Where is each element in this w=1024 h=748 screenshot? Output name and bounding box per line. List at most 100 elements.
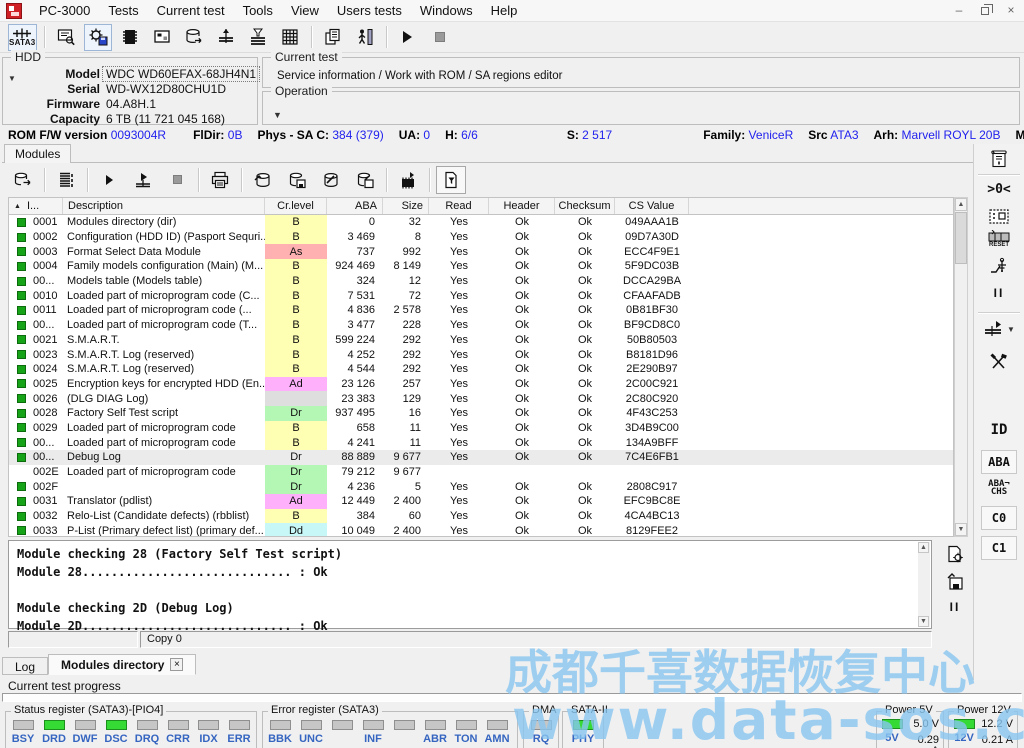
toolbar-separator	[44, 168, 45, 192]
scroll-thumb[interactable]	[955, 212, 967, 264]
read-modules-button[interactable]	[8, 166, 38, 194]
minimize-button[interactable]: –	[952, 3, 966, 17]
column-header-checksum[interactable]: Checksum	[555, 198, 615, 214]
save-edited-button[interactable]	[350, 166, 380, 194]
tab-log[interactable]: Log	[2, 657, 48, 675]
restore-button[interactable]	[978, 3, 992, 17]
open-edited-button[interactable]	[316, 166, 346, 194]
export-report-button[interactable]	[436, 166, 466, 194]
module-row[interactable]: 0025 Encryption keys for encrypted HDD (…	[9, 377, 953, 392]
drive-report-button[interactable]	[52, 24, 80, 51]
script-log-button[interactable]	[974, 148, 1024, 170]
column-header-id[interactable]: ▲I...	[9, 198, 63, 214]
column-header-read[interactable]: Read	[429, 198, 489, 214]
rom-chip-button[interactable]	[116, 24, 144, 51]
open-from-db-button[interactable]	[248, 166, 278, 194]
module-row[interactable]: 0031 Translator (pdlist) Ad 12 449 2 400…	[9, 494, 953, 509]
copy-window-button[interactable]	[319, 24, 347, 51]
module-row[interactable]: 0028 Factory Self Test script Dr 937 495…	[9, 406, 953, 421]
operation-dropdown-icon[interactable]: ▼	[273, 110, 282, 120]
log-export-icon[interactable]	[945, 544, 965, 564]
module-row[interactable]: 0010 Loaded part of microprogram code (C…	[9, 288, 953, 303]
menu-pc3000[interactable]: PC-3000	[30, 1, 99, 20]
dropdown-caret-icon[interactable]: ▼	[1007, 325, 1015, 334]
reset-button[interactable]: RESET	[974, 230, 1024, 248]
module-row[interactable]: 002E Loaded part of microprogram code Dr…	[9, 465, 953, 480]
modules-list-button[interactable]	[51, 166, 81, 194]
c0-button[interactable]: C0	[974, 506, 1024, 530]
heads-map-button[interactable]	[244, 24, 272, 51]
module-row[interactable]: 00... Models table (Models table) B 324 …	[9, 274, 953, 289]
board-resources-button[interactable]	[148, 24, 176, 51]
pcb-button[interactable]	[974, 206, 1024, 226]
table-scrollbar[interactable]: ▲ ▼	[954, 197, 968, 537]
module-row[interactable]: 0032 Relo-List (Candidate defects) (rbbl…	[9, 509, 953, 524]
stop-check-button[interactable]	[162, 166, 192, 194]
write-chip-button[interactable]	[393, 166, 423, 194]
start-check-button[interactable]	[94, 166, 124, 194]
module-row[interactable]: 0004 Family models configuration (Main) …	[9, 259, 953, 274]
module-row[interactable]: 0011 Loaded part of microprogram code (.…	[9, 303, 953, 318]
stop-test-button[interactable]	[426, 24, 454, 51]
log-panel[interactable]: ▲ ▼ Module checking 28 (Factory Self Tes…	[8, 540, 932, 629]
menu-windows[interactable]: Windows	[411, 1, 482, 20]
hdd-select-dropdown-icon[interactable]: ▼	[8, 74, 16, 83]
scroll-up-icon[interactable]: ▲	[955, 198, 967, 211]
exit-utility-button[interactable]	[351, 24, 379, 51]
menu-help[interactable]: Help	[482, 1, 527, 20]
menu-users-tests[interactable]: Users tests	[328, 1, 411, 20]
column-header-description[interactable]: Description	[63, 198, 265, 214]
log-pause-icon[interactable]: II	[950, 600, 961, 614]
power-switch-button[interactable]	[974, 256, 1024, 278]
module-row[interactable]: 0026 (DLG DIAG Log) 23 383 129 Yes Ok Ok…	[9, 391, 953, 406]
scroll-down-icon[interactable]: ▼	[918, 616, 929, 627]
start-selected-button[interactable]	[128, 166, 158, 194]
module-row[interactable]: 0002 Configuration (HDD ID) (Pasport Seq…	[9, 230, 953, 245]
c1-button[interactable]: C1	[974, 536, 1024, 560]
module-row[interactable]: 0023 S.M.A.R.T. Log (reserved) B 4 252 2…	[9, 347, 953, 362]
scroll-up-icon[interactable]: ▲	[918, 542, 929, 553]
column-header-csvalue[interactable]: CS Value	[615, 198, 689, 214]
menu-current-test[interactable]: Current test	[148, 1, 234, 20]
module-row[interactable]: 00... Loaded part of microprogram code (…	[9, 318, 953, 333]
model-value[interactable]: WDC WD60EFAX-68JH4N1	[102, 66, 260, 82]
module-row[interactable]: 002F Dr 4 236 5 Yes Ok Ok 2808C917	[9, 479, 953, 494]
column-header-crlevel[interactable]: Cr.level	[265, 198, 327, 214]
id-button[interactable]: ID	[974, 418, 1024, 442]
module-row[interactable]: 0021 S.M.A.R.T. B 599 224 292 Yes Ok Ok …	[9, 333, 953, 348]
log-save-icon[interactable]	[945, 572, 965, 592]
tab-modules[interactable]: Modules	[4, 144, 71, 163]
module-row[interactable]: 0001 Modules directory (dir) B 0 32 Yes …	[9, 215, 953, 230]
aba-button[interactable]: ABA	[974, 450, 1024, 474]
menu-view[interactable]: View	[282, 1, 328, 20]
module-row[interactable]: 0024 S.M.A.R.T. Log (reserved) B 4 544 2…	[9, 362, 953, 377]
column-header-size[interactable]: Size	[383, 198, 429, 214]
surface-grid-button[interactable]	[276, 24, 304, 51]
column-header-header[interactable]: Header	[489, 198, 555, 214]
save-to-db-button[interactable]	[282, 166, 312, 194]
run-bus-button[interactable]: ▼	[974, 320, 1024, 338]
log-scrollbar[interactable]: ▲ ▼	[918, 542, 930, 627]
database-export-button[interactable]	[180, 24, 208, 51]
scroll-down-icon[interactable]: ▼	[955, 523, 967, 536]
heads-test-button[interactable]	[212, 24, 240, 51]
module-row[interactable]: 0003 Format Select Data Module As 737 99…	[9, 244, 953, 259]
module-row[interactable]: 0029 Loaded part of microprogram code B …	[9, 421, 953, 436]
menu-tools[interactable]: Tools	[234, 1, 282, 20]
sata3-port-button[interactable]: SATA3	[8, 24, 37, 51]
tab-modules-directory[interactable]: Modules directory ×	[48, 654, 196, 675]
utility-settings-button[interactable]	[84, 24, 112, 51]
print-button[interactable]	[205, 166, 235, 194]
module-row[interactable]: 0033 P-List (Primary defect list) (prima…	[9, 523, 953, 537]
column-header-aba[interactable]: ABA	[327, 198, 383, 214]
recalibrate-button[interactable]: >0<	[974, 182, 1024, 197]
tab-close-icon[interactable]: ×	[170, 658, 183, 671]
module-row[interactable]: 00... Loaded part of microprogram code B…	[9, 435, 953, 450]
menu-tests[interactable]: Tests	[99, 1, 147, 20]
pause-button[interactable]: II	[974, 286, 1024, 300]
aba-chs-button[interactable]: ABA¬ CHS	[974, 480, 1024, 496]
module-row[interactable]: 00... Debug Log Dr 88 889 9 677 Yes Ok O…	[9, 450, 953, 465]
start-test-button[interactable]	[394, 24, 422, 51]
close-button[interactable]: ×	[1004, 3, 1018, 17]
tools-button[interactable]	[974, 352, 1024, 372]
